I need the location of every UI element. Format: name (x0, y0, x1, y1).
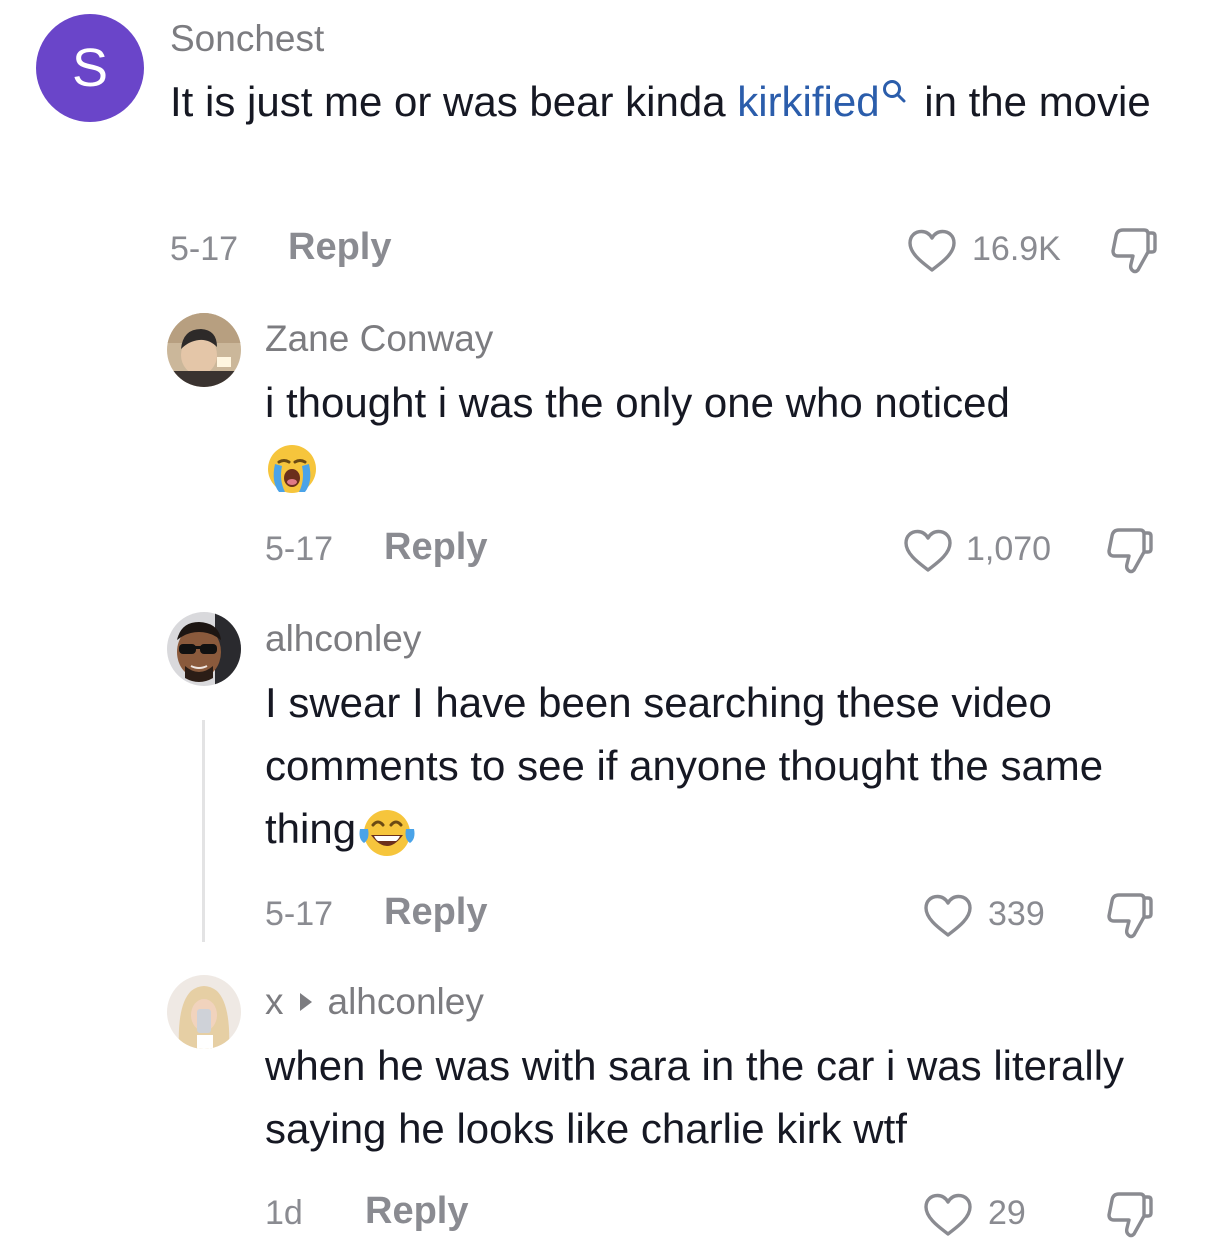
comment-date: 1d (265, 1194, 303, 1232)
avatar-x[interactable] (167, 975, 241, 1049)
like-count: 29 (988, 1194, 1026, 1232)
reply-button[interactable]: Reply (365, 1190, 468, 1233)
dislike-icon[interactable] (1104, 1190, 1156, 1240)
comment-x: x alhconley when he was with sara in the … (0, 0, 1206, 1251)
username[interactable]: x (265, 981, 284, 1022)
heart-icon[interactable] (922, 1192, 974, 1238)
replied-to-username[interactable]: alhconley (328, 981, 484, 1022)
comment-text: when he was with sara in the car i was l… (265, 1042, 1125, 1152)
reply-arrow-icon (299, 993, 312, 1012)
avatar-photo (167, 975, 241, 1049)
reply-header: x alhconley (265, 981, 484, 1023)
